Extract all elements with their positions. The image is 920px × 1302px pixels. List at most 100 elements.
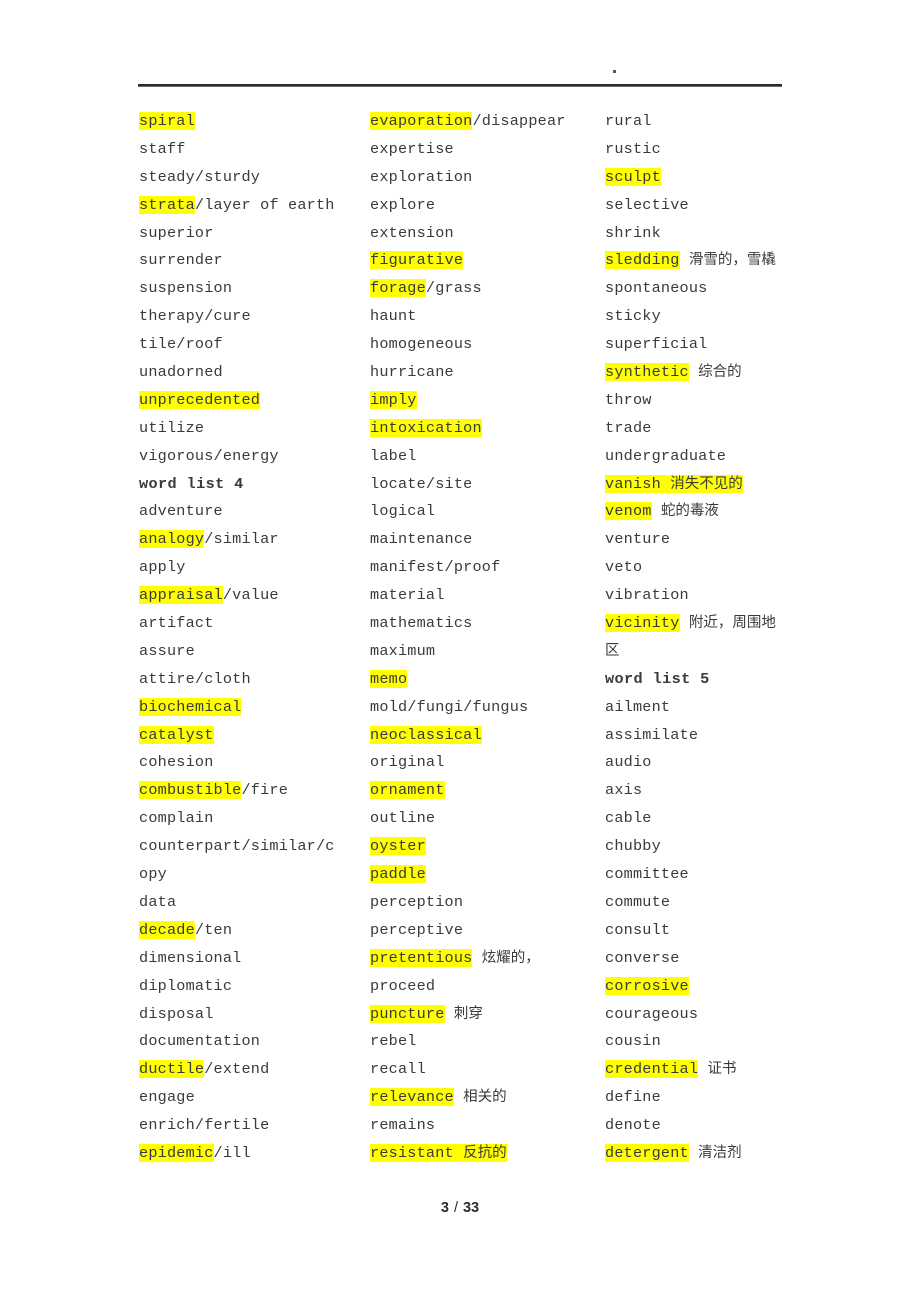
word-entry: trade: [605, 415, 845, 443]
entry-word: sculpt: [605, 167, 661, 186]
word-entry: opy: [139, 861, 364, 889]
word-entry: puncture 刺穿: [370, 1001, 600, 1029]
word-entry: tile/roof: [139, 331, 364, 359]
word-entry: strata/layer of earth: [139, 192, 364, 220]
entry-word: combustible: [139, 781, 242, 800]
word-entry: figurative: [370, 247, 600, 275]
entry-word: complain: [139, 809, 214, 828]
entry-word: counterpart/similar/c: [139, 837, 335, 856]
word-entry: audio: [605, 749, 845, 777]
word-entry: homogeneous: [370, 331, 600, 359]
entry-word: undergraduate: [605, 446, 727, 465]
word-entry: rural: [605, 108, 845, 136]
word-entry: analogy/similar: [139, 526, 364, 554]
word-entry: ailment: [605, 694, 845, 722]
word-entry: veto: [605, 554, 845, 582]
word-entry: proceed: [370, 973, 600, 1001]
word-entry: consult: [605, 917, 845, 945]
word-entry: biochemical: [139, 694, 364, 722]
word-entry: relevance 相关的: [370, 1084, 600, 1112]
entry-word: memo: [370, 669, 408, 688]
word-entry: credential 证书: [605, 1056, 845, 1084]
entry-word: superior: [139, 223, 214, 242]
entry-word: perceptive: [370, 920, 464, 939]
footer-total-pages: 33: [462, 1200, 480, 1216]
word-entry: courageous: [605, 1001, 845, 1029]
entry-word: word list 5: [605, 669, 710, 688]
word-entry: diplomatic: [139, 973, 364, 1001]
word-entry: appraisal/value: [139, 582, 364, 610]
word-entry: artifact: [139, 610, 364, 638]
entry-word: vibration: [605, 586, 689, 605]
entry-word: explore: [370, 195, 436, 214]
entry-word: strata: [139, 195, 195, 214]
entry-word: decade: [139, 920, 195, 939]
entry-word: commute: [605, 892, 671, 911]
entry-word: corrosive: [605, 976, 689, 995]
word-entry: outline: [370, 805, 600, 833]
entry-word: trade: [605, 418, 652, 437]
word-entry: apply: [139, 554, 364, 582]
word-entry: throw: [605, 387, 845, 415]
entry-word: utilize: [139, 418, 205, 437]
entry-word: label: [370, 446, 417, 465]
entry-word: therapy/cure: [139, 307, 251, 326]
word-entry: undergraduate: [605, 443, 845, 471]
entry-translation: 证书: [707, 1061, 737, 1078]
document-page: spiral staff steady/sturdy strata/layer of …: [0, 0, 920, 1302]
word-entry: superior: [139, 220, 364, 248]
word-entry: haunt: [370, 303, 600, 331]
word-entry: counterpart/similar/c: [139, 833, 364, 861]
word-entry: 区: [605, 638, 845, 666]
word-entry: manifest/proof: [370, 554, 600, 582]
entry-word: adventure: [139, 502, 223, 521]
page-header: [0, 0, 920, 92]
entry-gloss: /extend: [204, 1060, 270, 1079]
entry-word: outline: [370, 809, 436, 828]
highlight-span: vanish 消失不见的: [605, 474, 743, 493]
entry-word: maximum: [370, 641, 436, 660]
entry-word: suspension: [139, 279, 233, 298]
word-entry: spiral: [139, 108, 364, 136]
entry-word: venom: [605, 502, 652, 521]
footer-separator: /: [453, 1200, 458, 1216]
word-list-heading: word list 5: [605, 666, 845, 694]
word-entry: unadorned: [139, 359, 364, 387]
word-entry: enrich/fertile: [139, 1112, 364, 1140]
entry-word: remains: [370, 1116, 436, 1135]
word-entry: define: [605, 1084, 845, 1112]
word-entry: therapy/cure: [139, 303, 364, 331]
word-entry: sticky: [605, 303, 845, 331]
entry-word: attire/cloth: [139, 669, 251, 688]
entry-word: homogeneous: [370, 335, 473, 354]
word-entry: vicinity 附近，周围地: [605, 610, 845, 638]
word-entry: disposal: [139, 1001, 364, 1029]
entry-word: haunt: [370, 307, 417, 326]
entry-word: detergent: [605, 1143, 689, 1162]
word-entry: corrosive: [605, 973, 845, 1001]
word-entry: assure: [139, 638, 364, 666]
entry-word: catalyst: [139, 725, 214, 744]
entry-word: rural: [605, 112, 652, 130]
word-entry: intoxication: [370, 415, 600, 443]
entry-word: material: [370, 586, 445, 605]
entry-word: extension: [370, 223, 454, 242]
entry-word: staff: [139, 139, 186, 158]
word-entry: mold/fungi/fungus: [370, 694, 600, 722]
entry-word: cable: [605, 809, 652, 828]
entry-word: pretentious: [370, 948, 473, 967]
word-entry: chubby: [605, 833, 845, 861]
word-entry: pretentious 炫耀的，: [370, 945, 600, 973]
word-entry: spontaneous: [605, 275, 845, 303]
word-entry: commute: [605, 889, 845, 917]
word-entry: denote: [605, 1112, 845, 1140]
word-entry: explore: [370, 192, 600, 220]
entry-translation: 相关的: [463, 1089, 507, 1106]
word-column-1: spiral staff steady/sturdy strata/layer of …: [139, 108, 364, 1168]
entry-translation: 附近，周围地: [688, 615, 776, 632]
word-entry: vigorous/energy: [139, 443, 364, 471]
word-entry: maximum: [370, 638, 600, 666]
word-entry: locate/site: [370, 471, 600, 499]
word-entry: superficial: [605, 331, 845, 359]
entry-word: surrender: [139, 251, 223, 270]
